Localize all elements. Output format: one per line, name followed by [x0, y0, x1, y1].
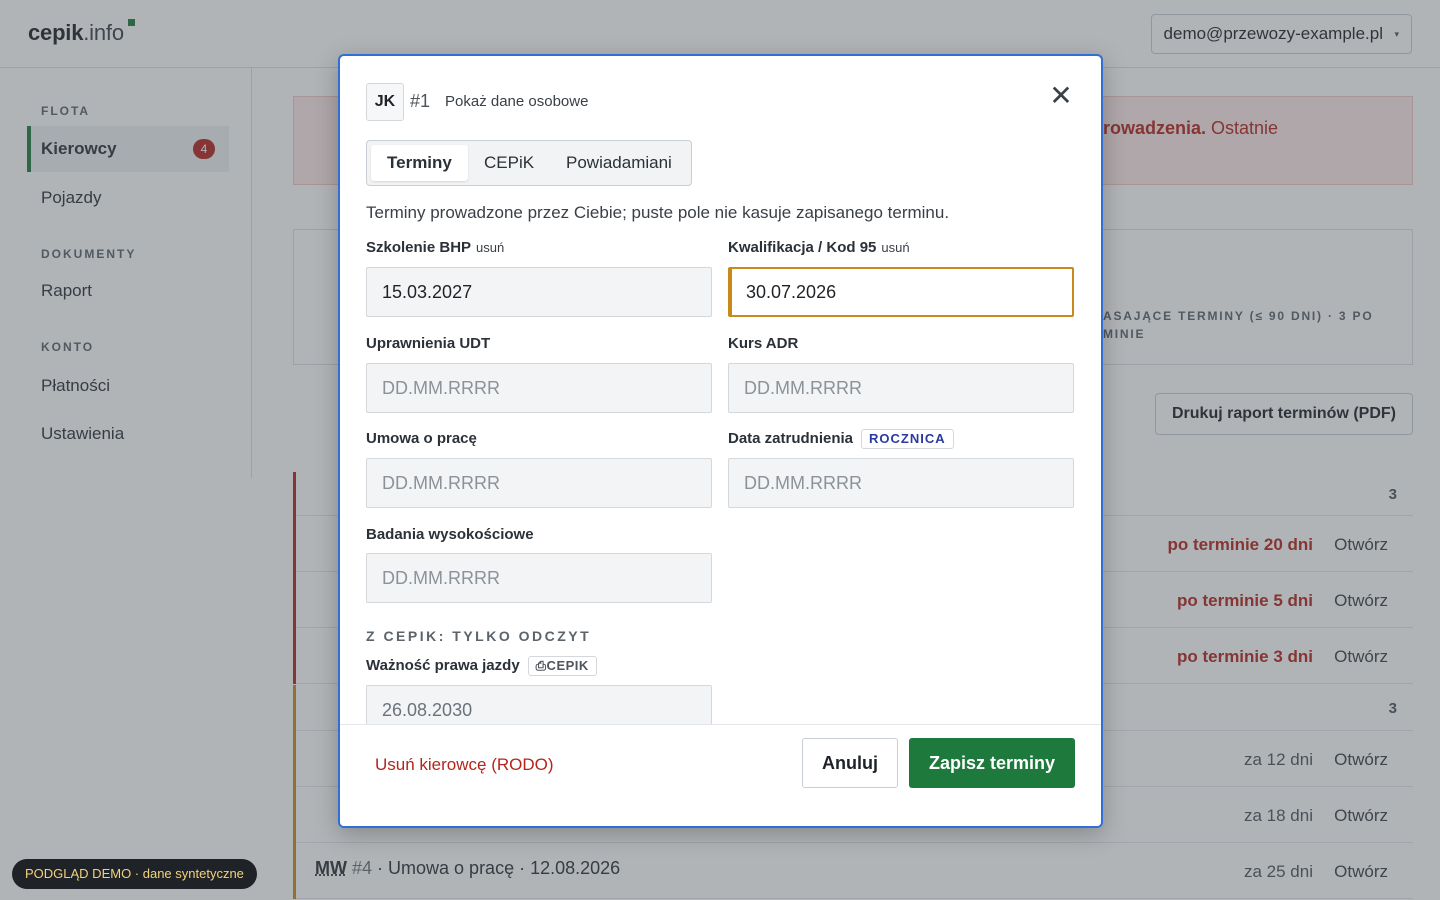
umowa-date-input[interactable]: DD.MM.RRRR	[366, 458, 712, 508]
helper-text: Terminy prowadzone przez Ciebie; puste p…	[366, 203, 950, 222]
udt-label: Uprawnienia UDT	[366, 335, 491, 352]
cepik-lock-tag: ⎙CEPIK	[527, 656, 597, 676]
readonly-section-heading: Z CEPIK: TYLKO ODCZYT	[366, 628, 592, 644]
close-icon[interactable]: ✕	[1046, 82, 1076, 112]
label-text: Kwalifikacja / Kod 95	[728, 239, 877, 256]
adr-date-input[interactable]: DD.MM.RRRR	[728, 363, 1074, 413]
adr-label: Kurs ADR	[728, 335, 799, 352]
tab-terminy[interactable]: Terminy	[371, 145, 468, 181]
tab-powiadamiani[interactable]: Powiadamiani	[550, 145, 688, 181]
udt-date-input[interactable]: DD.MM.RRRR	[366, 363, 712, 413]
prawo-jazdy-label: Ważność prawa jazdy ⎙CEPIK	[366, 656, 597, 676]
demo-preview-badge: PODGLĄD DEMO · dane syntetyczne	[12, 859, 257, 889]
zatrudnienie-date-input[interactable]: DD.MM.RRRR	[728, 458, 1074, 508]
driver-number: #1	[410, 91, 431, 111]
label-text: Data zatrudnienia	[728, 430, 854, 447]
umowa-label: Umowa o pracę	[366, 430, 477, 447]
cancel-button[interactable]: Anuluj	[802, 738, 898, 788]
bhp-date-input[interactable]: 15.03.2027	[366, 267, 712, 317]
label-text: Szkolenie BHP	[366, 239, 472, 256]
delete-driver-link[interactable]: Usuń kierowcę (RODO)	[375, 755, 554, 775]
remove-bhp-link[interactable]: usuń	[476, 240, 504, 255]
wysokosciowe-label: Badania wysokościowe	[366, 526, 534, 543]
kod95-label: Kwalifikacja / Kod 95 usuń	[728, 239, 910, 256]
dialog-tabs: Terminy CEPiK Powiadamiani	[366, 140, 692, 186]
wysokosciowe-date-input[interactable]: DD.MM.RRRR	[366, 553, 712, 603]
driver-dialog: JK #1 Pokaż dane osobowe ✕ Terminy CEPiK…	[338, 54, 1103, 828]
driver-initials-badge: JK	[366, 83, 404, 121]
tab-cepik[interactable]: CEPiK	[468, 145, 550, 181]
show-personal-data-link[interactable]: Pokaż dane osobowe	[445, 93, 588, 110]
dialog-body[interactable]: JK #1 Pokaż dane osobowe ✕ Terminy CEPiK…	[340, 56, 1101, 724]
bhp-label: Szkolenie BHP usuń	[366, 239, 504, 256]
prawo-jazdy-date-input: 26.08.2030	[366, 685, 712, 724]
anniversary-tag: ROCZNICA	[861, 429, 954, 449]
kod95-date-input[interactable]: 30.07.2026	[728, 267, 1074, 317]
remove-kod95-link[interactable]: usuń	[881, 240, 909, 255]
label-text: Ważność prawa jazdy	[366, 657, 520, 674]
zatrudnienie-label: Data zatrudnienia ROCZNICA	[728, 429, 954, 449]
save-dates-button[interactable]: Zapisz terminy	[909, 738, 1075, 788]
dialog-footer: Usuń kierowcę (RODO) Anuluj Zapisz termi…	[340, 724, 1101, 826]
